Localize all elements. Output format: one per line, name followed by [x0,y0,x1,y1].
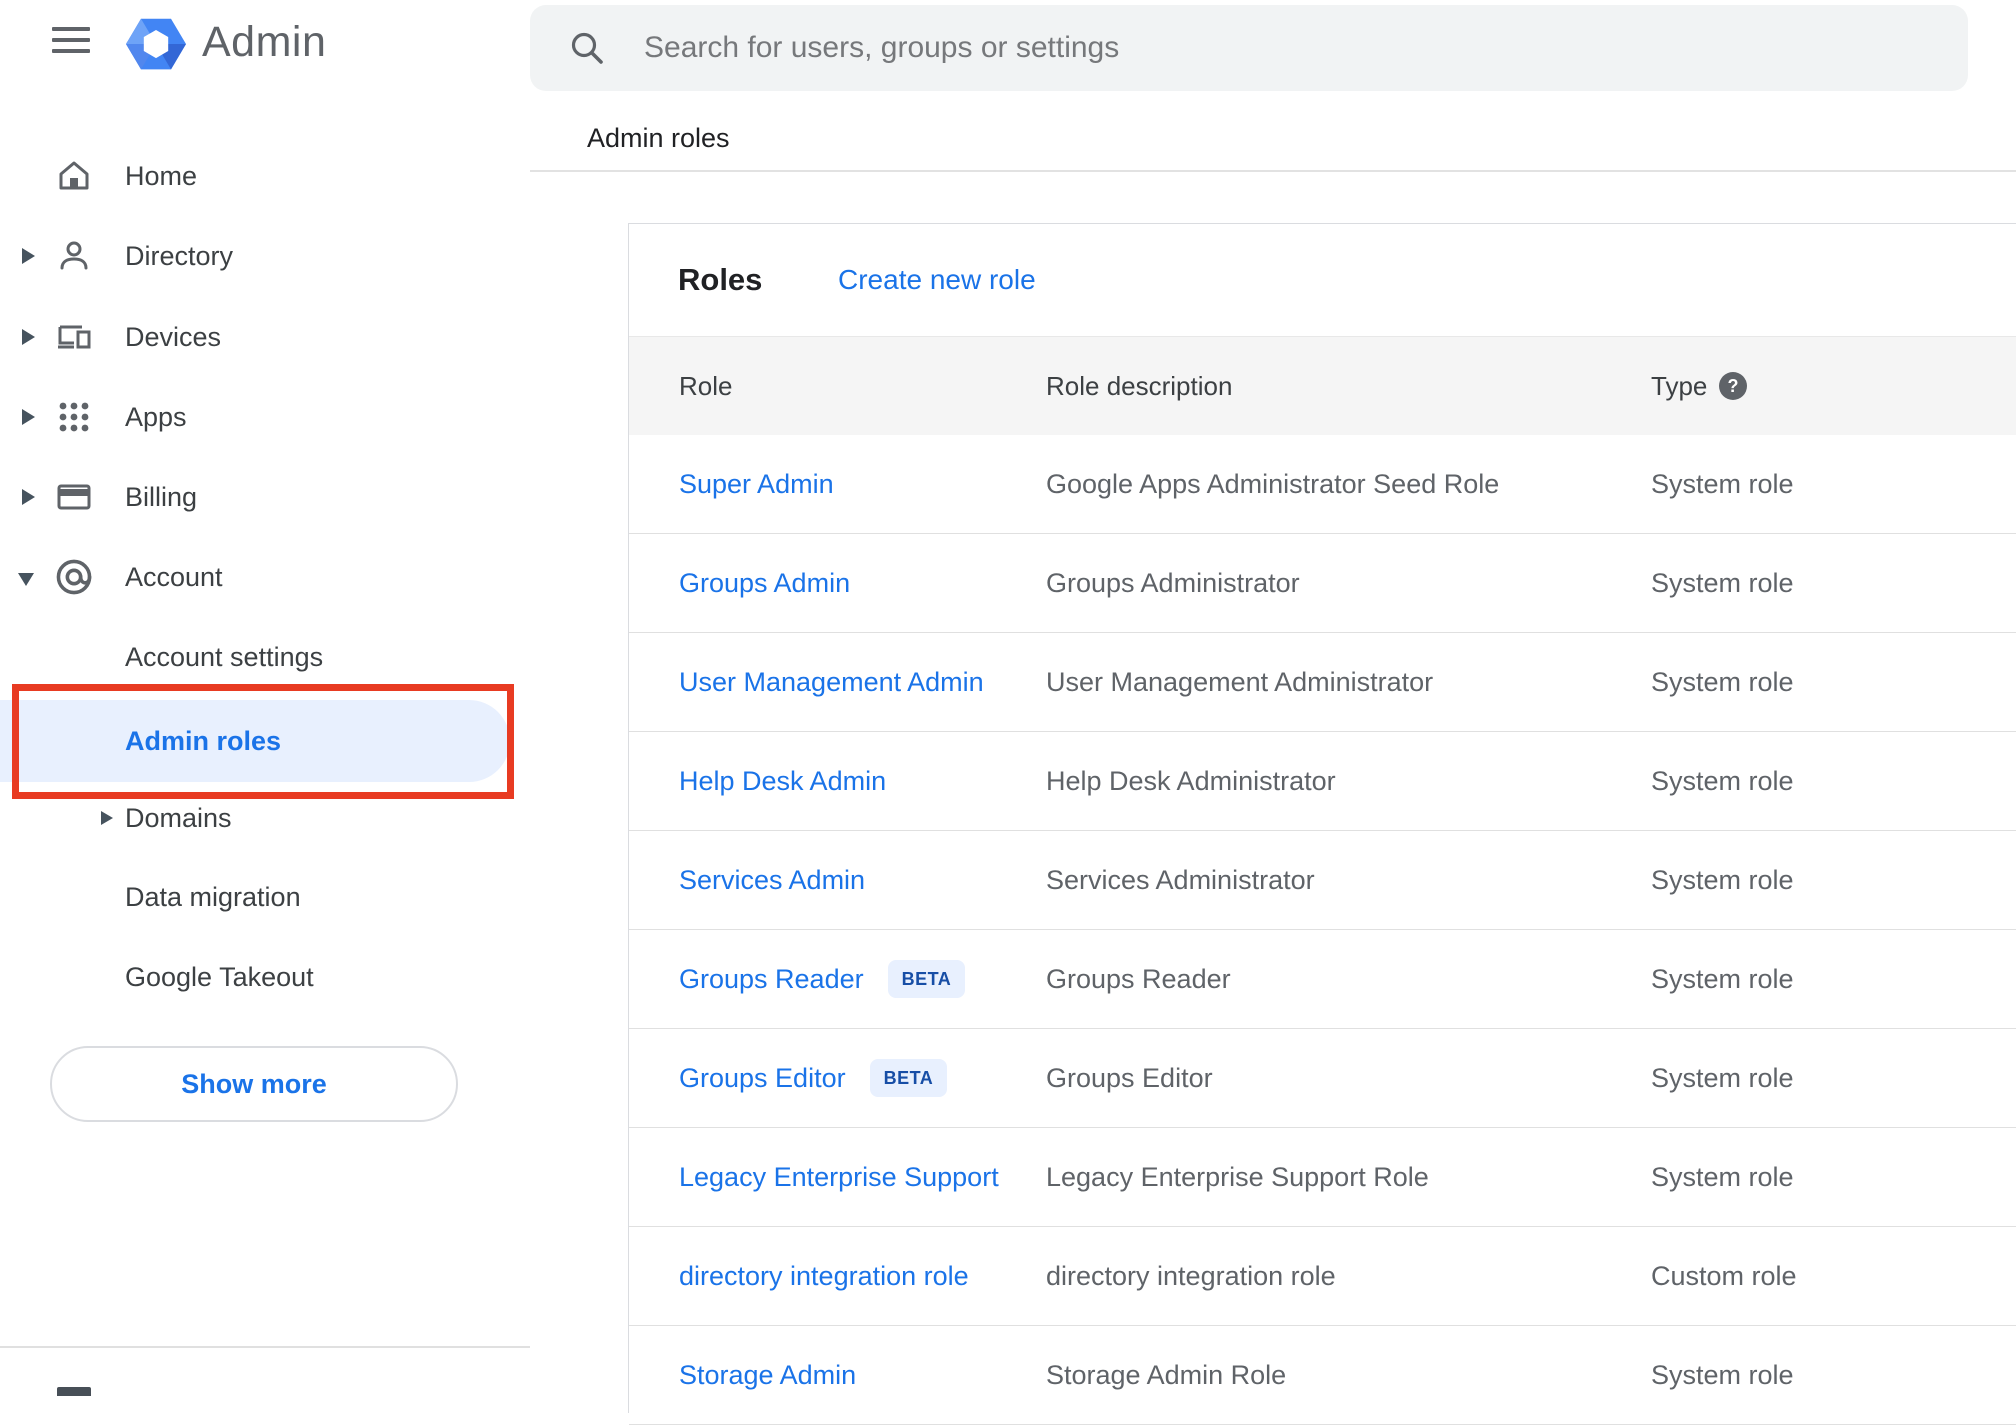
role-type: System role [1651,1062,1794,1093]
chevron-right-icon[interactable] [22,329,35,345]
divider [530,170,2016,172]
column-header-description: Role description [1046,371,1233,401]
search-input[interactable]: Search for users, groups or settings [530,5,1968,91]
table-row: Groups Reader BETA Groups Reader System … [629,930,2016,1029]
menu-icon[interactable] [52,27,90,54]
table-row: Help Desk Admin Help Desk Administrator … [629,732,2016,831]
sidebar-item-label: Account settings [125,642,324,672]
role-description: Groups Reader [1046,963,1231,994]
apps-grid-icon [59,402,89,432]
sidebar-item-label: Domains [125,803,232,833]
admin-logo-icon[interactable] [126,15,186,73]
chevron-right-icon[interactable] [22,409,35,425]
sidebar: Admin Home Directory Devices Apps Billin… [0,0,530,1396]
role-description: Help Desk Administrator [1046,765,1336,796]
sidebar-item-label: Data migration [125,882,301,912]
sidebar-item-label: Admin roles [125,726,282,756]
sidebar-item-label: Directory [125,241,234,271]
sidebar-item-label: Devices [125,322,222,352]
role-link[interactable]: Groups Reader [679,964,864,995]
role-link[interactable]: Groups Editor [679,1063,846,1094]
roles-card: Roles Create new role Role Role descript… [628,223,2016,1425]
help-icon[interactable]: ? [1719,372,1747,400]
sidebar-item-label: Apps [125,402,187,432]
chevron-right-icon[interactable] [22,248,35,264]
role-description: Google Apps Administrator Seed Role [1046,468,1500,499]
sidebar-item-label: Billing [125,482,198,512]
table-row: Groups Editor BETA Groups Editor System … [629,1029,2016,1128]
role-type: System role [1651,963,1794,994]
role-type: System role [1651,864,1794,895]
sidebar-item-apps[interactable]: Apps [0,377,530,457]
sidebar-item-billing[interactable]: Billing [0,457,530,537]
role-type: System role [1651,468,1794,499]
sidebar-divider [0,1346,530,1348]
chevron-down-icon[interactable] [18,573,34,586]
sidebar-item-label: Account [125,562,223,592]
role-link[interactable]: User Management Admin [679,667,984,698]
table-row: Services Admin Services Administrator Sy… [629,831,2016,930]
sidebar-item-data-migration[interactable]: Data migration [0,857,530,937]
role-link[interactable]: Legacy Enterprise Support [679,1162,999,1193]
credit-card-icon [57,484,91,510]
table-row: User Management Admin User Management Ad… [629,633,2016,732]
sidebar-item-admin-roles[interactable]: Admin roles [0,700,510,782]
sidebar-item-account-settings[interactable]: Account settings [0,617,530,697]
beta-badge: BETA [887,960,966,998]
roles-card-header: Roles Create new role [629,224,2016,336]
table-row: Legacy Enterprise Support Legacy Enterpr… [629,1128,2016,1227]
person-icon [60,241,88,270]
table-row: Super Admin Google Apps Administrator Se… [629,435,2016,534]
role-type: System role [1651,666,1794,697]
sidebar-item-label: Google Takeout [125,962,314,992]
chevron-right-icon[interactable] [22,489,35,505]
roles-table-body: Super Admin Google Apps Administrator Se… [629,435,2016,1425]
role-description: Storage Admin Role [1046,1359,1287,1390]
role-description: Services Administrator [1046,864,1315,895]
table-header-row: Role Role description Type ? [629,336,2016,436]
sidebar-item-directory[interactable]: Directory [0,216,530,296]
role-type: System role [1651,1161,1794,1192]
role-type: System role [1651,1359,1794,1390]
role-link[interactable]: Super Admin [679,469,834,500]
search-icon [571,32,603,64]
role-link[interactable]: Groups Admin [679,568,850,599]
role-description: directory integration role [1046,1260,1336,1291]
breadcrumb: Admin roles [587,123,730,153]
sidebar-item-domains[interactable]: Domains [0,778,530,858]
sidebar-item-home[interactable]: Home [0,136,530,216]
show-more-button[interactable]: Show more [50,1046,458,1122]
card-title: Roles [678,262,763,297]
chevron-right-icon[interactable] [101,811,113,825]
sidebar-item-label: Home [125,161,198,191]
role-type: System role [1651,567,1794,598]
role-link[interactable]: Help Desk Admin [679,766,886,797]
search-placeholder: Search for users, groups or settings [644,31,1120,64]
sidebar-item-devices[interactable]: Devices [0,297,530,377]
brand-title: Admin [202,18,327,66]
role-description: Groups Administrator [1046,567,1300,598]
column-header-role: Role [679,371,733,401]
table-row: Storage Admin Storage Admin Role System … [629,1326,2016,1425]
column-header-type: Type [1651,371,1708,401]
role-type: System role [1651,765,1794,796]
table-row: Groups Admin Groups Administrator System… [629,534,2016,633]
sidebar-item-account[interactable]: Account [0,537,530,617]
sidebar-item-google-takeout[interactable]: Google Takeout [0,937,530,1017]
role-type: Custom role [1651,1260,1797,1291]
role-description: Groups Editor [1046,1062,1213,1093]
role-description: User Management Administrator [1046,666,1434,697]
beta-badge: BETA [869,1059,948,1097]
create-new-role-link[interactable]: Create new role [838,224,1036,336]
clipped-bottom-icon [57,1387,91,1396]
table-row: directory integration role directory int… [629,1227,2016,1326]
role-link[interactable]: directory integration role [679,1261,969,1292]
home-icon [59,161,89,190]
role-link[interactable]: Services Admin [679,865,865,896]
role-link[interactable]: Storage Admin [679,1360,856,1391]
at-sign-icon [56,559,92,595]
devices-icon [58,325,91,349]
role-description: Legacy Enterprise Support Role [1046,1161,1429,1192]
